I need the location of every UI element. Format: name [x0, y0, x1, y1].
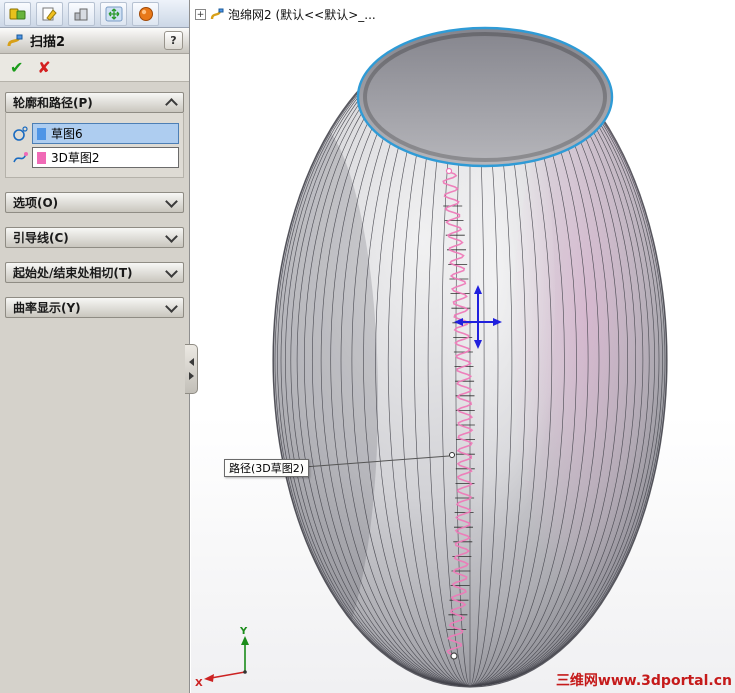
feature-title-bar: 扫描2 ? — [0, 28, 189, 54]
path-swatch — [37, 151, 46, 164]
watermark-text: 三维网www.3dportal.cn — [555, 673, 732, 689]
group-header-guide-curves[interactable]: 引导线(C) — [5, 227, 184, 248]
manager-tab-bar — [0, 0, 189, 28]
origin-triad: X Y — [195, 626, 249, 689]
breadcrumb-text: 泡绵网2 (默认<<默认>_... — [228, 8, 376, 22]
solidworks-window: 扫描2 ? ✔ ✘ 轮廓和路径(P) 草图6 3D草图2 选项(O) 引导线(C… — [0, 0, 735, 693]
panel-splitter-handle[interactable] — [185, 344, 198, 394]
group-header-start-end-tangency[interactable]: 起始处/结束处相切(T) — [5, 262, 184, 283]
expand-right-icon — [188, 372, 194, 380]
propertymanager-body: 轮廓和路径(P) 草图6 3D草图2 选项(O) 引导线(C) 起始处/结束处相… — [0, 82, 189, 342]
dimxpert-icon — [105, 6, 122, 21]
group-curvature-display: 曲率显示(Y) — [5, 297, 184, 318]
path-icon — [8, 149, 32, 166]
3d-scene[interactable]: X Y — [191, 0, 735, 693]
featuremanager-icon — [9, 8, 25, 19]
path-row: 3D草图2 — [8, 147, 179, 168]
path-value: 3D草图2 — [51, 151, 100, 165]
propertymanager-icon — [42, 7, 57, 21]
axis-y-label: Y — [239, 626, 248, 637]
collapse-left-icon — [188, 358, 194, 366]
display-sphere-icon — [138, 6, 153, 21]
propertymanager-tab[interactable] — [36, 1, 63, 26]
egg-opening[interactable] — [356, 26, 614, 168]
cancel-button[interactable]: ✘ — [37, 59, 50, 76]
feature-breadcrumb: + 泡绵网2 (默认<<默认>_... — [195, 6, 376, 23]
sweep-feature-mini-icon — [210, 8, 224, 20]
group-header-curvature-display[interactable]: 曲率显示(Y) — [5, 297, 184, 318]
profile-row: 草图6 — [8, 123, 179, 144]
ok-button[interactable]: ✔ — [10, 59, 23, 76]
profile-swatch — [37, 127, 46, 140]
featuremanager-tree-tab[interactable] — [4, 1, 31, 26]
configurationmanager-icon — [74, 8, 87, 20]
group-start-end-tangency: 起始处/结束处相切(T) — [5, 262, 184, 283]
dimxpertmanager-tab[interactable] — [100, 1, 127, 26]
property-manager-panel: 扫描2 ? ✔ ✘ 轮廓和路径(P) 草图6 3D草图2 选项(O) 引导线(C… — [0, 0, 190, 693]
group-label: 起始处/结束处相切(T) — [13, 266, 133, 280]
configurationmanager-tab[interactable] — [68, 1, 95, 26]
chevron-up-icon — [165, 98, 178, 111]
chevron-down-icon — [165, 194, 178, 208]
path-tooltip: 路径(3D草图2) — [224, 459, 310, 477]
chevron-down-icon — [165, 229, 178, 243]
path-selection-box[interactable]: 3D草图2 — [32, 147, 179, 168]
sweep-feature-icon — [7, 34, 23, 46]
profile-selection-box[interactable]: 草图6 — [32, 123, 179, 144]
help-button[interactable]: ? — [164, 31, 183, 50]
chevron-down-icon — [165, 264, 178, 278]
group-header-profile-and-path[interactable]: 轮廓和路径(P) — [5, 92, 184, 113]
confirm-bar: ✔ ✘ — [0, 54, 189, 82]
path-select-point[interactable] — [449, 452, 455, 458]
group-label: 曲率显示(Y) — [13, 301, 81, 315]
displaymanager-tab[interactable] — [132, 1, 159, 26]
chevron-down-icon — [165, 299, 178, 313]
tree-expander[interactable]: + — [195, 9, 206, 20]
profile-path-content: 草图6 3D草图2 — [5, 113, 184, 178]
graphics-viewport[interactable]: X Y + 泡绵网2 (默认<<默认>_... 路径(3D草图2) 三维网www… — [191, 0, 735, 693]
group-label: 轮廓和路径(P) — [13, 96, 93, 110]
axis-x-label: X — [195, 678, 203, 689]
profile-value: 草图6 — [51, 127, 83, 141]
feature-title: 扫描2 — [30, 35, 66, 50]
group-header-options[interactable]: 选项(O) — [5, 192, 184, 213]
group-label: 引导线(C) — [13, 231, 69, 245]
group-label: 选项(O) — [13, 196, 59, 210]
group-options: 选项(O) — [5, 192, 184, 213]
group-profile-and-path: 轮廓和路径(P) 草图6 3D草图2 — [5, 92, 184, 178]
group-guide-curves: 引导线(C) — [5, 227, 184, 248]
profile-icon — [8, 125, 32, 142]
